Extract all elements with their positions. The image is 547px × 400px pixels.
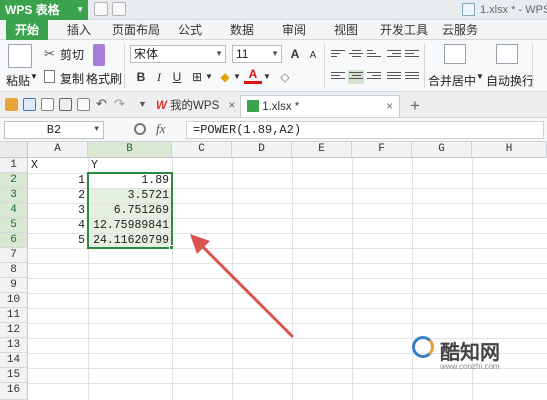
formula-input[interactable]: =POWER(1.89,A2) bbox=[186, 121, 544, 139]
align-left-icon[interactable] bbox=[330, 70, 346, 84]
chevron-down-icon[interactable]: ▼ bbox=[30, 72, 38, 81]
tab-file-label: 1.xlsx * bbox=[262, 101, 300, 113]
new-tab-button[interactable]: + bbox=[410, 95, 420, 117]
copy-icon[interactable] bbox=[44, 70, 55, 83]
watermark-url: www.coozhi.com bbox=[440, 362, 500, 371]
tab-developer[interactable]: 开发工具 bbox=[376, 20, 432, 40]
open-folder-icon[interactable] bbox=[5, 98, 18, 111]
chevron-down-icon: ▼ bbox=[215, 49, 223, 58]
name-box-value: B2 bbox=[46, 123, 62, 137]
open-doc-icon[interactable] bbox=[112, 2, 126, 16]
undo-icon[interactable]: ↶ bbox=[96, 97, 109, 111]
divider bbox=[124, 44, 125, 88]
title-bar: WPS 表格 ▼ 1.xlsx * - WPS bbox=[0, 0, 547, 20]
cut-button[interactable]: 剪切 bbox=[60, 46, 84, 63]
scissors-icon[interactable]: ✂ bbox=[44, 46, 55, 62]
tab-view[interactable]: 视图 bbox=[326, 20, 366, 40]
print-icon[interactable] bbox=[59, 98, 72, 111]
merge-center-button[interactable]: 合并居中 bbox=[428, 72, 476, 89]
tab-cloud[interactable]: 云服务 bbox=[438, 20, 482, 40]
underline-button[interactable]: U bbox=[168, 68, 186, 86]
name-box[interactable]: B2 ▼ bbox=[4, 121, 104, 139]
align-middle-icon[interactable] bbox=[348, 48, 364, 62]
tab-page-layout[interactable]: 页面布局 bbox=[108, 20, 164, 40]
chevron-down-icon: ▼ bbox=[76, 5, 84, 14]
ribbon-tabs: 开始 插入 页面布局 公式 数据 审阅 视图 开发工具 云服务 bbox=[0, 20, 547, 40]
divider bbox=[532, 44, 533, 88]
tab-review[interactable]: 审阅 bbox=[274, 20, 314, 40]
paste-button[interactable]: 粘贴 bbox=[6, 72, 30, 89]
chevron-down-icon[interactable]: ▼ bbox=[138, 98, 151, 111]
divider bbox=[424, 44, 425, 88]
chevron-down-icon[interactable]: ▼ bbox=[476, 72, 484, 81]
close-icon[interactable]: × bbox=[386, 96, 393, 118]
align-top-icon[interactable] bbox=[330, 48, 346, 62]
format-painter-icon[interactable] bbox=[93, 44, 105, 66]
app-name: WPS 表格 bbox=[5, 3, 60, 17]
spreadsheet-icon bbox=[247, 100, 259, 112]
watermark-brand: 酷知网 bbox=[440, 340, 500, 364]
window-title: 1.xlsx * - WPS bbox=[480, 4, 547, 16]
outdent-icon[interactable] bbox=[404, 48, 420, 62]
tab-insert[interactable]: 插入 bbox=[58, 20, 100, 40]
chevron-down-icon[interactable]: ▼ bbox=[262, 68, 272, 86]
app-menu-button[interactable]: WPS 表格 ▼ bbox=[0, 0, 88, 20]
justify-icon[interactable] bbox=[386, 70, 402, 84]
wrap-text-button[interactable]: 自动换行 bbox=[486, 72, 534, 89]
chevron-down-icon[interactable]: ▼ bbox=[232, 68, 242, 86]
font-size-select[interactable]: 11 ▼ bbox=[232, 45, 282, 63]
wrap-text-icon[interactable] bbox=[496, 44, 518, 64]
chevron-down-icon[interactable]: ▼ bbox=[204, 68, 214, 86]
merge-center-icon[interactable] bbox=[444, 44, 466, 64]
font-name-select[interactable]: 宋体 ▼ bbox=[130, 45, 226, 63]
divider bbox=[324, 44, 325, 88]
chevron-down-icon: ▼ bbox=[271, 49, 279, 58]
italic-button[interactable]: I bbox=[150, 68, 168, 86]
tab-file[interactable]: 1.xlsx * × bbox=[240, 95, 400, 117]
chevron-down-icon: ▼ bbox=[94, 125, 99, 134]
tab-home[interactable]: 开始 bbox=[6, 20, 48, 40]
copy-button[interactable]: 复制 bbox=[60, 70, 84, 87]
bold-button[interactable]: B bbox=[132, 68, 150, 86]
title-quick-icons bbox=[94, 2, 126, 16]
align-right-icon[interactable] bbox=[366, 70, 382, 84]
ribbon-panel: 粘贴 ▼ ✂ 剪切 复制 格式刷 宋体 ▼ 11 ▼ A A B I U ⊞ ▼… bbox=[0, 40, 547, 92]
font-color-button[interactable]: A bbox=[244, 67, 262, 84]
paste-icon[interactable] bbox=[8, 44, 32, 68]
redo-icon[interactable]: ↷ bbox=[114, 97, 127, 111]
export-icon[interactable] bbox=[77, 98, 90, 111]
close-icon[interactable]: × bbox=[228, 100, 235, 112]
tab-formulas[interactable]: 公式 bbox=[170, 20, 210, 40]
shrink-font-button[interactable]: A bbox=[304, 47, 322, 65]
formula-bar: B2 ▼ fx =POWER(1.89,A2) bbox=[0, 118, 547, 142]
grow-font-button[interactable]: A bbox=[286, 45, 304, 63]
clear-format-icon[interactable]: ◇ bbox=[276, 68, 294, 86]
insert-function-button[interactable]: fx bbox=[156, 121, 165, 137]
indent-icon[interactable] bbox=[386, 48, 402, 62]
new-doc-icon[interactable] bbox=[94, 2, 108, 16]
tab-my-wps[interactable]: W 我的WPS × bbox=[156, 95, 241, 117]
file-icon bbox=[462, 3, 475, 16]
tab-data[interactable]: 数据 bbox=[222, 20, 262, 40]
align-bottom-icon[interactable] bbox=[366, 48, 382, 62]
format-painter-button[interactable]: 格式刷 bbox=[86, 70, 122, 87]
tab-my-wps-label: 我的WPS bbox=[170, 100, 220, 112]
distributed-icon[interactable] bbox=[404, 70, 420, 84]
document-tab-bar: ↶ ↷ ▼ W 我的WPS × 1.xlsx * × + bbox=[0, 92, 547, 118]
font-size-value: 11 bbox=[236, 47, 249, 61]
search-icon[interactable] bbox=[134, 123, 146, 135]
save-icon[interactable] bbox=[23, 98, 36, 111]
align-center-icon[interactable] bbox=[348, 70, 364, 84]
wps-logo-icon: W bbox=[156, 100, 167, 112]
watermark-logo-icon bbox=[412, 336, 434, 358]
font-name-value: 宋体 bbox=[134, 47, 159, 61]
print-preview-icon[interactable] bbox=[41, 98, 54, 111]
